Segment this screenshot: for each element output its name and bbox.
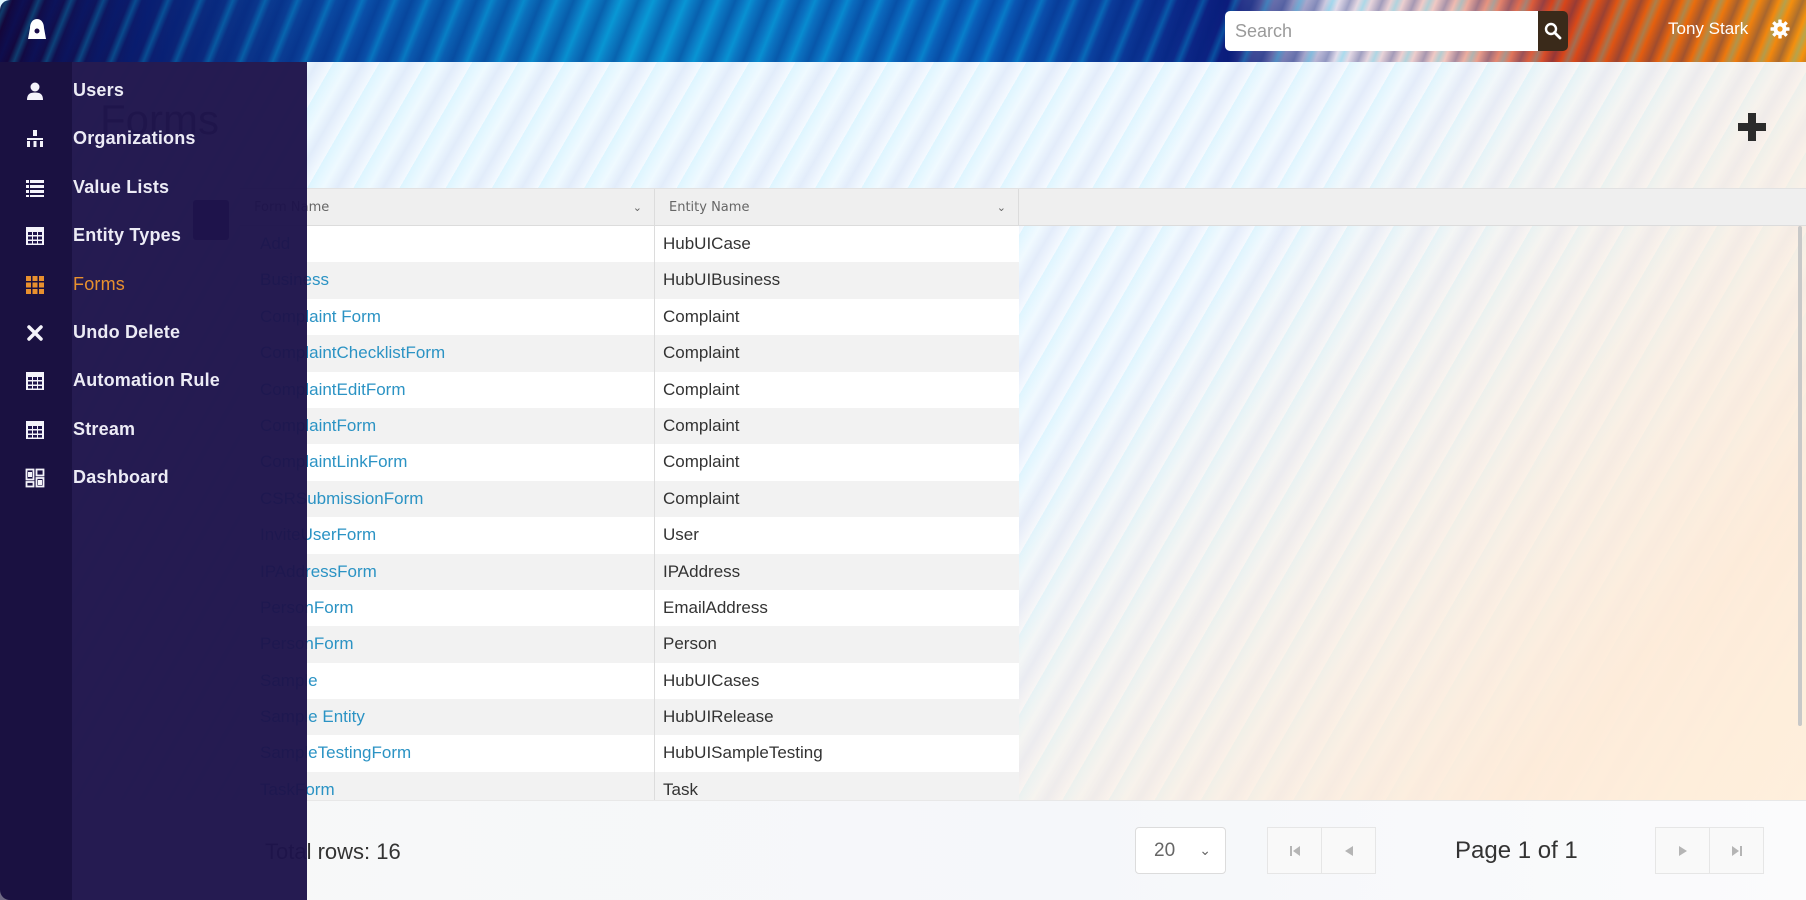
table-row[interactable]: ComplaintForm Complaint	[240, 407, 1019, 445]
entity-name-cell: Complaint	[663, 379, 740, 399]
prev-page-icon	[1344, 845, 1353, 856]
table-row[interactable]: InviteUserForm User	[240, 517, 1019, 554]
entity-name-cell: IPAddress	[663, 561, 741, 581]
sidebar-item-stream[interactable]: Stream	[0, 408, 307, 452]
org-chart-icon	[27, 130, 43, 148]
entity-name-cell: Complaint	[663, 488, 740, 508]
sidebar-item-label: Users	[73, 80, 125, 100]
page-size-select[interactable]: 20 ⌄	[1135, 827, 1226, 874]
entity-name-cell: Complaint	[663, 306, 740, 326]
sidebar-item-undo-delete[interactable]: Undo Delete	[0, 311, 307, 355]
sidebar-item-label: Value Lists	[73, 176, 170, 197]
entity-name-cell: Person	[663, 634, 717, 654]
chevron-down-icon[interactable]: ⌄	[633, 189, 642, 226]
sidebar-item-automation-rule[interactable]: Automation Rule	[0, 359, 307, 403]
table-row[interactable]: ComplaintLinkForm Complaint	[240, 444, 1019, 481]
table-body: AddHubUICaseBusinessHubUIBusinessComplai…	[240, 226, 1019, 809]
table-row[interactable]: PersonFormPerson	[240, 626, 1019, 663]
app-logo-icon[interactable]	[26, 18, 48, 42]
sidebar-item-label: Entity Types	[73, 225, 182, 246]
entity-name-cell: HubUISampleTesting	[663, 743, 823, 763]
next-page-button[interactable]	[1655, 827, 1710, 874]
chevron-down-icon[interactable]: ⌄	[997, 189, 1006, 226]
next-page-icon	[1678, 845, 1687, 856]
table-row[interactable]: Sample Entity HubUIRelease	[240, 699, 1019, 736]
sidebar-item-users[interactable]: Users	[0, 69, 307, 113]
last-page-icon	[1731, 845, 1742, 856]
entity-name-cell: HubUICase	[663, 234, 751, 253]
prev-page-button[interactable]	[1321, 827, 1376, 874]
first-page-button[interactable]	[1267, 827, 1322, 874]
gear-icon[interactable]	[1770, 19, 1790, 39]
entity-name-cell: HubUICases	[663, 670, 760, 690]
column-label: Entity Name	[669, 200, 750, 215]
table-icon	[26, 420, 44, 439]
sidebar-item-label: Forms	[73, 273, 125, 294]
search-input[interactable]	[1225, 11, 1538, 51]
table-icon	[26, 372, 44, 391]
plus-icon[interactable]	[1735, 110, 1769, 144]
table-row[interactable]: BusinessHubUIBusiness	[240, 262, 1019, 299]
first-page-icon	[1289, 845, 1300, 856]
page-indicator: Page 1 of 1	[1455, 837, 1578, 864]
sidebar-menu: Users Organizations Value Lists Entity Type…	[0, 62, 307, 900]
dashboard-icon	[25, 468, 45, 488]
entity-name-cell: Complaint	[663, 343, 740, 363]
sidebar-item-dashboard[interactable]: Dashboard	[0, 456, 307, 500]
column-header-entity-name[interactable]: Entity Name ⌄	[655, 189, 1019, 226]
entity-name-cell: User	[663, 525, 699, 545]
table-row[interactable]: ComplaintEditForm Complaint	[240, 371, 1019, 408]
entity-name-cell: Complaint	[663, 415, 740, 435]
search-icon	[1544, 22, 1562, 40]
page-size-value: 20	[1154, 840, 1176, 861]
sidebar-item-label: Automation Rule	[73, 370, 220, 391]
sidebar-item-organizations[interactable]: Organizations	[0, 117, 307, 161]
table-row[interactable]: IPAddressForm IPAddress	[240, 553, 1019, 590]
forms-table: Form Name ⌄ Entity Name ⌄ AddHubUICaseBu…	[240, 188, 1806, 809]
table-row[interactable]: Complaint Form Complaint	[240, 298, 1019, 336]
chevron-down-icon: ⌄	[1199, 842, 1211, 858]
table-row[interactable]: SampleTestingForm HubUISampleTesting	[240, 735, 1019, 772]
last-page-button[interactable]	[1709, 827, 1764, 874]
grid-icon	[26, 275, 44, 294]
table-header: Form Name ⌄ Entity Name ⌄	[240, 188, 1806, 226]
table-row[interactable]: CSRSubmissionForm Complaint	[240, 480, 1019, 518]
entity-name-cell: HubUIRelease	[663, 707, 774, 727]
sidebar-item-label: Organizations	[73, 128, 196, 149]
list-icon	[26, 179, 44, 197]
table-icon	[26, 227, 44, 246]
sidebar-item-label: Dashboard	[73, 467, 169, 488]
table-row[interactable]: PersonFormEmailAddress	[240, 589, 1019, 627]
sidebar-item-label: Stream	[73, 418, 136, 439]
table-row[interactable]: AddHubUICase	[240, 226, 1019, 263]
table-scrollbar[interactable]	[1798, 226, 1802, 726]
sidebar-item-label: Undo Delete	[73, 322, 181, 342]
top-header: Tony Stark	[0, 0, 1806, 62]
user-icon	[27, 82, 43, 100]
sidebar-item-value-lists[interactable]: Value Lists	[0, 166, 307, 210]
entity-name-cell: Complaint	[663, 452, 740, 472]
table-row[interactable]: SampleHubUICases	[240, 662, 1019, 700]
entity-name-cell: EmailAddress	[663, 597, 768, 617]
close-icon	[27, 325, 43, 341]
sidebar-item-forms[interactable]: Forms	[0, 263, 307, 307]
user-name[interactable]: Tony Stark	[1668, 19, 1748, 39]
table-row[interactable]: ComplaintChecklistForm Complaint	[240, 335, 1019, 372]
search-button[interactable]	[1538, 11, 1568, 51]
entity-name-cell: HubUIBusiness	[663, 270, 781, 290]
sidebar-item-entity-types[interactable]: Entity Types	[0, 214, 307, 258]
